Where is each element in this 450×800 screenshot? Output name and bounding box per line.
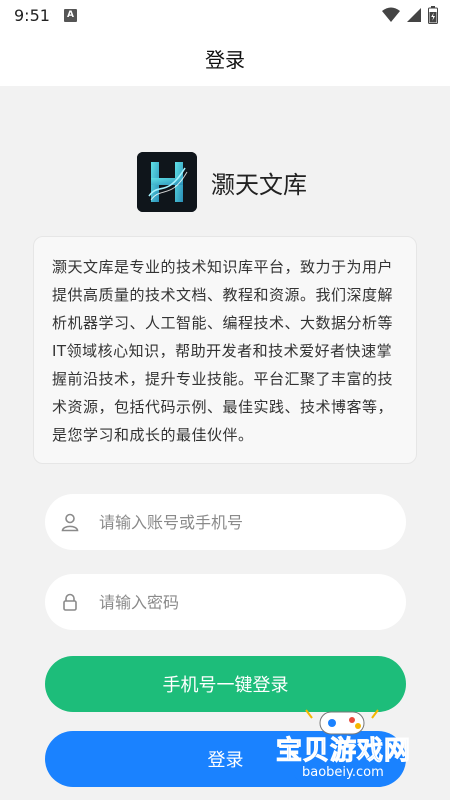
status-icons [382, 6, 438, 24]
app-logo [137, 152, 197, 212]
signal-icon [407, 8, 421, 22]
notification-badge: A [63, 8, 77, 22]
user-icon [61, 513, 79, 532]
lock-icon [63, 593, 77, 611]
watermark: 宝贝游戏网 baobeiy.com [272, 700, 422, 790]
page-title: 登录 [205, 47, 245, 72]
description-card: 灏天文库是专业的技术知识库平台，致力于为用户提供高质量的技术文档、教程和资源。我… [33, 236, 417, 464]
watermark-title: 宝贝游戏网 [275, 736, 412, 767]
battery-icon [428, 6, 438, 24]
password-input[interactable] [99, 574, 389, 630]
login-content: 灏天文库 灏天文库是专业的技术知识库平台，致力于为用户提供高质量的技术文档、教程… [0, 86, 450, 800]
password-field[interactable] [45, 574, 406, 630]
status-time: 9:51 [14, 5, 50, 25]
status-bar: 9:51 A [0, 0, 450, 30]
account-field[interactable] [45, 494, 406, 550]
nav-bar: 登录 [0, 30, 450, 86]
account-input[interactable] [99, 494, 389, 550]
watermark-url: baobeiy.com [294, 764, 392, 781]
wifi-icon [382, 7, 400, 22]
brand-header: 灏天文库 [137, 152, 307, 212]
description-text: 灏天文库是专业的技术知识库平台，致力于为用户提供高质量的技术文档、教程和资源。我… [52, 258, 394, 444]
app-name: 灏天文库 [211, 170, 307, 199]
